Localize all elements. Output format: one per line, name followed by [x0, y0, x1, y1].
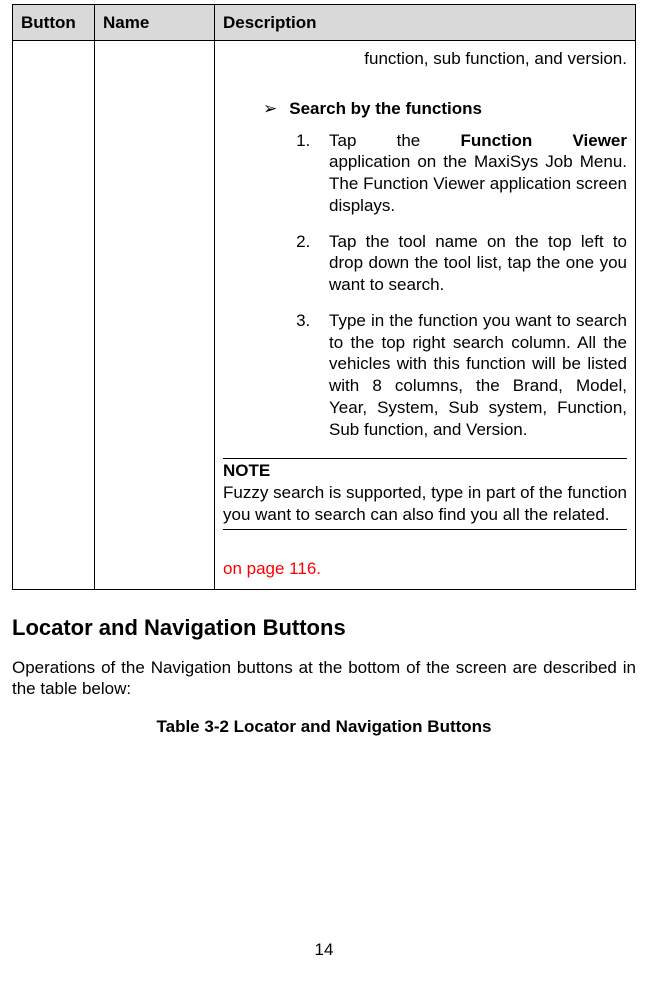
table-row: function, sub function, and version. ➢ S…: [13, 40, 636, 590]
desc-lead-fragment: function, sub function, and version.: [223, 48, 627, 70]
note-body: Fuzzy search is supported, type in part …: [223, 483, 627, 524]
spec-table: Button Name Description function, sub fu…: [12, 4, 636, 590]
section-heading: Locator and Navigation Buttons: [12, 614, 636, 642]
subhead-text: Search by the functions: [289, 98, 482, 120]
note-block: NOTE Fuzzy search is supported, type in …: [223, 458, 627, 529]
page-number: 14: [0, 939, 648, 961]
page-ref-link[interactable]: on page 116.: [223, 558, 627, 580]
table-caption: Table 3-2 Locator and Navigation Buttons: [12, 716, 636, 738]
step-2: Tap the tool name on the top left to dro…: [315, 231, 627, 296]
cell-name: [95, 40, 215, 590]
col-header-name: Name: [95, 5, 215, 41]
step1-pre: Tap the: [329, 131, 461, 150]
note-title: NOTE: [223, 460, 627, 482]
steps-list: Tap the Function Viewer application on t…: [289, 130, 627, 441]
step-3: Type in the function you want to search …: [315, 310, 627, 441]
col-header-desc: Description: [215, 5, 636, 41]
cell-desc: function, sub function, and version. ➢ S…: [215, 40, 636, 590]
caret-right-icon: ➢: [263, 98, 277, 120]
col-header-button: Button: [13, 5, 95, 41]
step1-bold: Function Viewer: [461, 131, 628, 150]
section-paragraph: Operations of the Navigation buttons at …: [12, 657, 636, 701]
subhead-row: ➢ Search by the functions: [263, 98, 627, 120]
step1-post: application on the MaxiSys Job Menu. The…: [329, 152, 627, 215]
cell-button: [13, 40, 95, 590]
step-1: Tap the Function Viewer application on t…: [315, 130, 627, 217]
